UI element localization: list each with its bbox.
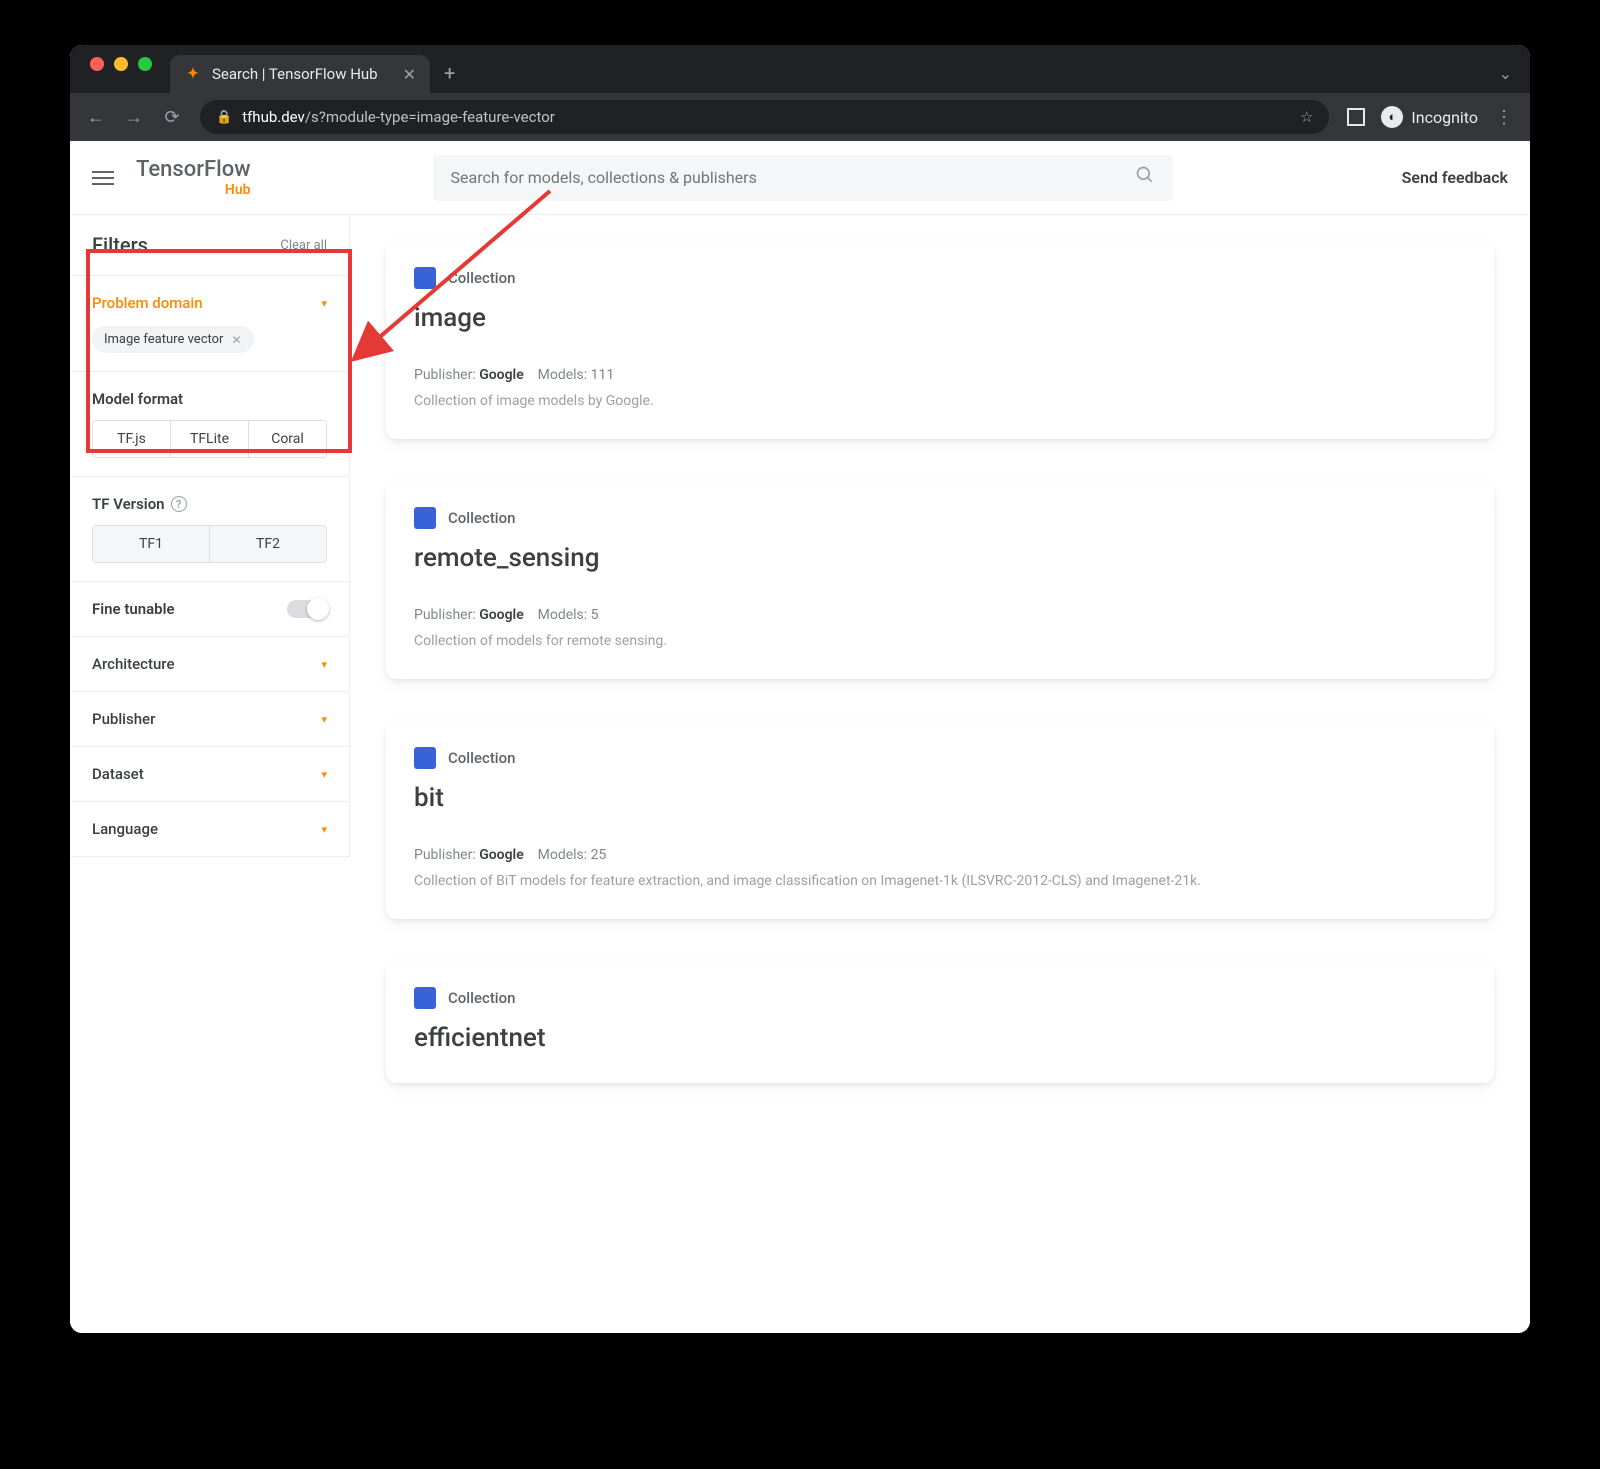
browser-toolbar: ← → ⟳ 🔒 tfhub.dev/s?module-type=image-fe… bbox=[70, 93, 1530, 141]
search-icon[interactable] bbox=[1135, 165, 1155, 190]
browser-tab[interactable]: ✦ Search | TensorFlow Hub ✕ bbox=[170, 55, 430, 93]
result-kind: Collection bbox=[448, 749, 516, 767]
clear-all-link[interactable]: Clear all bbox=[280, 238, 327, 253]
browser-window: ✦ Search | TensorFlow Hub ✕ + ⌄ ← → ⟳ 🔒 … bbox=[70, 45, 1530, 1333]
result-desc: Collection of image models by Google. bbox=[414, 393, 1466, 409]
collection-icon bbox=[414, 987, 436, 1009]
result-meta: Publisher: Google Models: 111 bbox=[414, 367, 1466, 383]
architecture-label: Architecture bbox=[92, 655, 175, 673]
problem-domain-toggle[interactable]: Problem domain ▾ bbox=[92, 294, 327, 312]
reload-button[interactable]: ⟳ bbox=[162, 107, 182, 128]
problem-domain-label: Problem domain bbox=[92, 294, 203, 312]
help-icon[interactable]: ? bbox=[171, 496, 187, 512]
chip-label: Image feature vector bbox=[104, 332, 223, 347]
tabs-overflow-icon[interactable]: ⌄ bbox=[1481, 64, 1530, 93]
chip-remove-icon[interactable]: ✕ bbox=[231, 333, 241, 347]
publisher-label: Publisher bbox=[92, 710, 155, 728]
chevron-down-icon: ▾ bbox=[321, 713, 327, 726]
result-card[interactable]: Collection bit Publisher: Google Models:… bbox=[386, 721, 1494, 919]
result-card[interactable]: Collection efficientnet bbox=[386, 961, 1494, 1083]
close-window-button[interactable] bbox=[90, 57, 104, 71]
result-desc: Collection of BiT models for feature ext… bbox=[414, 873, 1466, 889]
search-input[interactable] bbox=[451, 168, 1135, 187]
address-bar[interactable]: 🔒 tfhub.dev/s?module-type=image-feature-… bbox=[200, 100, 1329, 134]
dataset-section[interactable]: Dataset ▾ bbox=[70, 747, 349, 802]
new-tab-button[interactable]: + bbox=[430, 61, 469, 93]
incognito-label: Incognito bbox=[1411, 108, 1478, 127]
collection-icon bbox=[414, 267, 436, 289]
format-tfjs[interactable]: TF.js bbox=[93, 421, 171, 457]
result-card[interactable]: Collection image Publisher: Google Model… bbox=[386, 241, 1494, 439]
result-title: efficientnet bbox=[414, 1023, 1466, 1053]
filters-header-section: Filters Clear all bbox=[70, 215, 349, 276]
dataset-label: Dataset bbox=[92, 765, 144, 783]
fine-tunable-title: Fine tunable bbox=[92, 600, 175, 618]
language-label: Language bbox=[92, 820, 158, 838]
tf-version-title: TF Version ? bbox=[92, 495, 327, 513]
collection-icon bbox=[414, 747, 436, 769]
fine-tunable-section: Fine tunable bbox=[70, 582, 349, 637]
close-tab-icon[interactable]: ✕ bbox=[403, 65, 416, 84]
chevron-down-icon: ▾ bbox=[321, 297, 327, 310]
tf1-button[interactable]: TF1 bbox=[93, 526, 210, 562]
result-card[interactable]: Collection remote_sensing Publisher: Goo… bbox=[386, 481, 1494, 679]
result-title: image bbox=[414, 303, 1466, 333]
format-tflite[interactable]: TFLite bbox=[171, 421, 249, 457]
content: Filters Clear all Problem domain ▾ Image… bbox=[70, 215, 1530, 1109]
brand-main: TensorFlow bbox=[136, 159, 251, 181]
result-desc: Collection of models for remote sensing. bbox=[414, 633, 1466, 649]
bookmark-icon[interactable]: ☆ bbox=[1300, 108, 1313, 126]
page: TensorFlow Hub Send feedback Filters Cle… bbox=[70, 141, 1530, 1333]
publisher-section[interactable]: Publisher ▾ bbox=[70, 692, 349, 747]
fine-tunable-toggle[interactable] bbox=[287, 600, 327, 618]
tf-version-options: TF1 TF2 bbox=[92, 525, 327, 563]
result-kind: Collection bbox=[448, 989, 516, 1007]
browser-tabbar: ✦ Search | TensorFlow Hub ✕ + ⌄ bbox=[70, 45, 1530, 93]
forward-button[interactable]: → bbox=[124, 107, 144, 128]
results-list: Collection image Publisher: Google Model… bbox=[350, 215, 1530, 1109]
language-section[interactable]: Language ▾ bbox=[70, 802, 349, 857]
collection-icon bbox=[414, 507, 436, 529]
tab-title: Search | TensorFlow Hub bbox=[212, 65, 378, 83]
tab-favicon-icon: ✦ bbox=[184, 65, 202, 83]
architecture-section[interactable]: Architecture ▾ bbox=[70, 637, 349, 692]
filters-title: Filters bbox=[92, 233, 148, 257]
window-controls bbox=[84, 45, 160, 93]
search-box[interactable] bbox=[433, 155, 1173, 201]
url-text: tfhub.dev/s?module-type=image-feature-ve… bbox=[242, 108, 555, 126]
result-kind: Collection bbox=[448, 509, 516, 527]
filters-sidebar: Filters Clear all Problem domain ▾ Image… bbox=[70, 215, 350, 857]
brand-sub: Hub bbox=[225, 183, 251, 197]
chevron-down-icon: ▾ bbox=[321, 768, 327, 781]
back-button[interactable]: ← bbox=[86, 107, 106, 128]
tf-version-section: TF Version ? TF1 TF2 bbox=[70, 477, 349, 582]
incognito-icon: ◐ bbox=[1381, 106, 1403, 128]
model-format-section: Model format TF.js TFLite Coral bbox=[70, 372, 349, 477]
tf2-button[interactable]: TF2 bbox=[210, 526, 326, 562]
brand[interactable]: TensorFlow Hub bbox=[136, 159, 251, 197]
lock-icon: 🔒 bbox=[216, 110, 232, 125]
result-title: remote_sensing bbox=[414, 543, 1466, 573]
model-format-options: TF.js TFLite Coral bbox=[92, 420, 327, 458]
problem-domain-section: Problem domain ▾ Image feature vector ✕ bbox=[70, 276, 349, 372]
result-meta: Publisher: Google Models: 25 bbox=[414, 847, 1466, 863]
result-title: bit bbox=[414, 783, 1466, 813]
send-feedback-link[interactable]: Send feedback bbox=[1402, 168, 1508, 187]
format-coral[interactable]: Coral bbox=[249, 421, 326, 457]
result-kind: Collection bbox=[448, 269, 516, 287]
chevron-down-icon: ▾ bbox=[321, 658, 327, 671]
chevron-down-icon: ▾ bbox=[321, 823, 327, 836]
filter-chip-image-feature-vector[interactable]: Image feature vector ✕ bbox=[92, 326, 254, 353]
page-header: TensorFlow Hub Send feedback bbox=[70, 141, 1530, 215]
menu-button[interactable] bbox=[92, 171, 114, 185]
model-format-title: Model format bbox=[92, 390, 327, 408]
extensions-icon[interactable] bbox=[1347, 108, 1365, 126]
result-meta: Publisher: Google Models: 5 bbox=[414, 607, 1466, 623]
minimize-window-button[interactable] bbox=[114, 57, 128, 71]
incognito-badge: ◐ Incognito bbox=[1381, 106, 1478, 128]
browser-menu-icon[interactable]: ⋮ bbox=[1494, 107, 1514, 128]
maximize-window-button[interactable] bbox=[138, 57, 152, 71]
